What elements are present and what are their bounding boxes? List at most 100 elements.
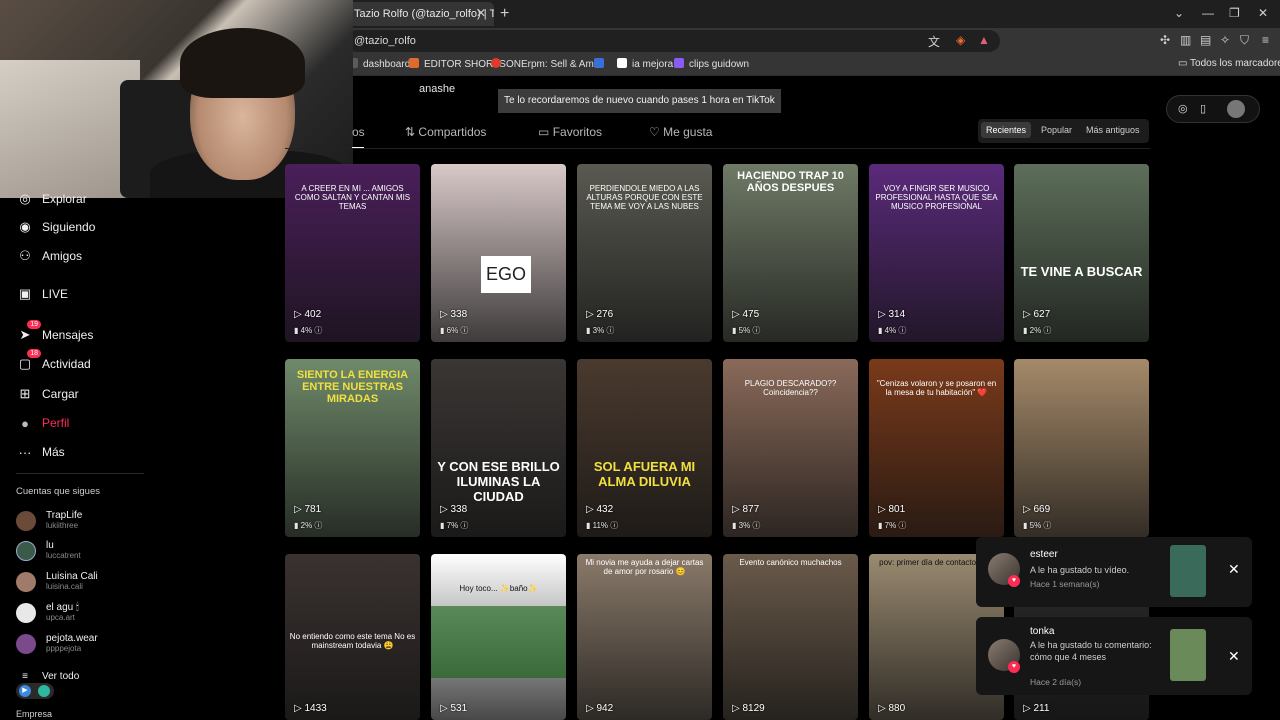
browser-tab[interactable]: Tazio Rolfo (@tazio_rolfo) | TikTok ✕: [346, 2, 494, 26]
compass-icon[interactable]: ◎: [1178, 102, 1188, 115]
following-account[interactable]: pejota.wear ppppejota: [16, 633, 98, 654]
view-count: ▷ 402: [294, 309, 322, 320]
video-thumbnail-image: [431, 606, 566, 678]
tab-close-icon[interactable]: ✕: [476, 6, 486, 20]
url-input[interactable]: @tazio_rolfo 文 ◈ ▲: [346, 30, 1000, 52]
video-card[interactable]: TE VINE A BUSCAR ▷ 627 ▮ 2% ⓘ: [1014, 164, 1149, 342]
info-icon[interactable]: ⓘ: [608, 521, 618, 530]
video-card[interactable]: "Cenizas volaron y se posaron en la mesa…: [869, 359, 1004, 537]
close-window-button[interactable]: ✕: [1258, 6, 1268, 20]
phone-icon[interactable]: ▯: [1200, 102, 1206, 115]
url-text: @tazio_rolfo: [354, 35, 416, 47]
upload-icon: ⊞: [19, 386, 31, 401]
video-card[interactable]: EGO ▷ 338 ▮ 6% ⓘ: [431, 164, 566, 342]
minimize-button[interactable]: —: [1202, 6, 1214, 20]
play-icon: ▷: [294, 703, 305, 714]
nav-live[interactable]: ▣ LIVE: [16, 285, 68, 303]
sort-recientes[interactable]: Recientes: [981, 122, 1032, 138]
nav-siguiendo[interactable]: ◉ Siguiendo: [16, 218, 95, 236]
company-link[interactable]: Empresa: [16, 709, 52, 719]
video-card[interactable]: PERDIENDOLE MIEDO A LAS ALTURAS PORQUE C…: [577, 164, 712, 342]
info-icon[interactable]: ⓘ: [896, 326, 906, 335]
maximize-button[interactable]: ❐: [1229, 6, 1240, 20]
tab-title: Tazio Rolfo (@tazio_rolfo) | TikTok: [354, 8, 494, 20]
info-icon[interactable]: ⓘ: [1041, 521, 1051, 530]
vpn-shield-icon[interactable]: ⛉: [1240, 33, 1249, 48]
bookmark-clips-guidown[interactable]: clips guidown: [674, 58, 749, 70]
following-account[interactable]: lu luccatrent: [16, 540, 81, 561]
wallet-icon[interactable]: ▤: [1200, 33, 1211, 47]
translate-icon[interactable]: 文: [928, 33, 940, 50]
info-icon[interactable]: ⓘ: [458, 326, 468, 335]
bookmark-ia-mejora[interactable]: ia mejora: [617, 58, 673, 70]
bookmarks-folder[interactable]: ▭ Todos los marcadores: [1178, 58, 1280, 69]
tab-search-icon[interactable]: ⌄: [1174, 6, 1184, 20]
video-card[interactable]: VOY A FINGIR SER MUSICO PROFESIONAL HAST…: [869, 164, 1004, 342]
video-card[interactable]: SIENTO LA ENERGIA ENTRE NUESTRAS MIRADAS…: [285, 359, 420, 537]
info-icon[interactable]: ⓘ: [750, 521, 760, 530]
tab-compartidos[interactable]: ⇅ Compartidos: [405, 125, 486, 139]
bar-chart-icon: ▮: [440, 326, 447, 335]
nav-perfil[interactable]: ● Perfil: [16, 414, 69, 432]
avatar[interactable]: [1227, 100, 1245, 118]
video-card[interactable]: PLAGIO DESCARADO?? Coincidencia?? ▷ 877 ▮ …: [723, 359, 858, 537]
activity-icon: ▢ 18: [16, 349, 41, 373]
following-account[interactable]: el agu 🕯 upca.art: [16, 602, 79, 623]
sort-mas-antiguos[interactable]: Más antiguos: [1086, 125, 1140, 135]
sort-popular[interactable]: Popular: [1041, 125, 1072, 135]
video-card[interactable]: Hoy toco... ✨baño✨ ▷ 531: [431, 554, 566, 720]
video-card[interactable]: Mi novia me ayuda a dejar cartas de amor…: [577, 554, 712, 720]
close-icon[interactable]: ✕: [1228, 561, 1240, 578]
extensions-icon[interactable]: ✣: [1160, 33, 1170, 47]
info-icon[interactable]: ⓘ: [312, 326, 322, 335]
info-icon[interactable]: ⓘ: [312, 521, 322, 530]
video-card[interactable]: Y CON ESE BRILLO ILUMINAS LA CIUDAD ▷ 338…: [431, 359, 566, 537]
nav-cargar[interactable]: ⊞ Cargar: [16, 385, 79, 403]
notification-thumbnail[interactable]: [1170, 545, 1206, 597]
notification-toast[interactable]: ♥ tonka A le ha gustado tu comentario: c…: [976, 617, 1252, 695]
view-count: ▷ 276: [586, 309, 614, 320]
video-card[interactable]: SOL AFUERA MI ALMA DILUVIA ▷ 432 ▮ 11% ⓘ: [577, 359, 712, 537]
brave-shield-icon[interactable]: ◈: [956, 33, 965, 47]
nav-explorar[interactable]: ◎ Explorar: [16, 190, 86, 208]
video-card[interactable]: No entiendo como este tema No es mainstr…: [285, 554, 420, 720]
video-card[interactable]: Evento canónico muchachos ▷ 8129: [723, 554, 858, 720]
view-count: ▷ 627: [1023, 309, 1051, 320]
nav-amigos[interactable]: ⚇ Amigos: [16, 247, 82, 265]
new-tab-button[interactable]: +: [500, 5, 509, 23]
nav-actividad[interactable]: ▢ 18 Actividad: [16, 349, 91, 373]
view-count: ▷ 338: [440, 504, 468, 515]
rewards-icon[interactable]: ▲: [978, 33, 990, 47]
video-caption: A CREER EN MI ... AMIGOS COMO SALTAN Y C…: [294, 184, 411, 211]
bookmark-blue[interactable]: [594, 58, 609, 70]
following-account[interactable]: Luisina Cali luisina.cali: [16, 571, 98, 592]
leo-ai-icon[interactable]: ✧: [1220, 33, 1230, 47]
menu-icon[interactable]: ≡: [1262, 33, 1269, 47]
tab-videos[interactable]: os: [352, 125, 365, 139]
notification-thumbnail[interactable]: [1170, 629, 1206, 681]
info-icon[interactable]: ⓘ: [458, 521, 468, 530]
video-card[interactable]: A CREER EN MI ... AMIGOS COMO SALTAN Y C…: [285, 164, 420, 342]
heart-outline-icon: ♡: [649, 125, 660, 139]
info-icon[interactable]: ⓘ: [750, 326, 760, 335]
video-card[interactable]: ▷ 669 ▮ 5% ⓘ: [1014, 359, 1149, 537]
messages-icon: ➤ 19: [16, 320, 41, 344]
heart-icon: ♥: [1008, 575, 1020, 587]
info-icon[interactable]: ⓘ: [896, 521, 906, 530]
tab-me-gusta[interactable]: ♡ Me gusta: [649, 125, 712, 139]
info-icon[interactable]: ⓘ: [604, 326, 614, 335]
info-icon[interactable]: ⓘ: [1041, 326, 1051, 335]
video-card[interactable]: HACIENDO TRAP 10 AÑOS DESPUES ▷ 475 ▮ 5% ⓘ: [723, 164, 858, 342]
tab-favoritos[interactable]: ▭ Favoritos: [538, 125, 602, 139]
bookmark-dashboard[interactable]: dashboard: [348, 58, 410, 70]
nav-mas[interactable]: ··· Más: [16, 443, 65, 461]
notification-toast[interactable]: ♥ esteer A le ha gustado tu vídeo. Hace …: [976, 537, 1252, 607]
play-icon: ▷: [878, 703, 889, 714]
view-count: ▷ 211: [1023, 703, 1050, 714]
sidebar-icon[interactable]: ▥: [1180, 33, 1191, 47]
close-icon[interactable]: ✕: [1228, 648, 1240, 665]
following-account[interactable]: TrapLife lukiithree: [16, 510, 82, 531]
bookmark-onerpm[interactable]: ONErpm: Sell & Am...: [491, 58, 602, 70]
mini-player-toggle[interactable]: ▶: [16, 683, 54, 699]
nav-mensajes[interactable]: ➤ 19 Mensajes: [16, 320, 93, 344]
